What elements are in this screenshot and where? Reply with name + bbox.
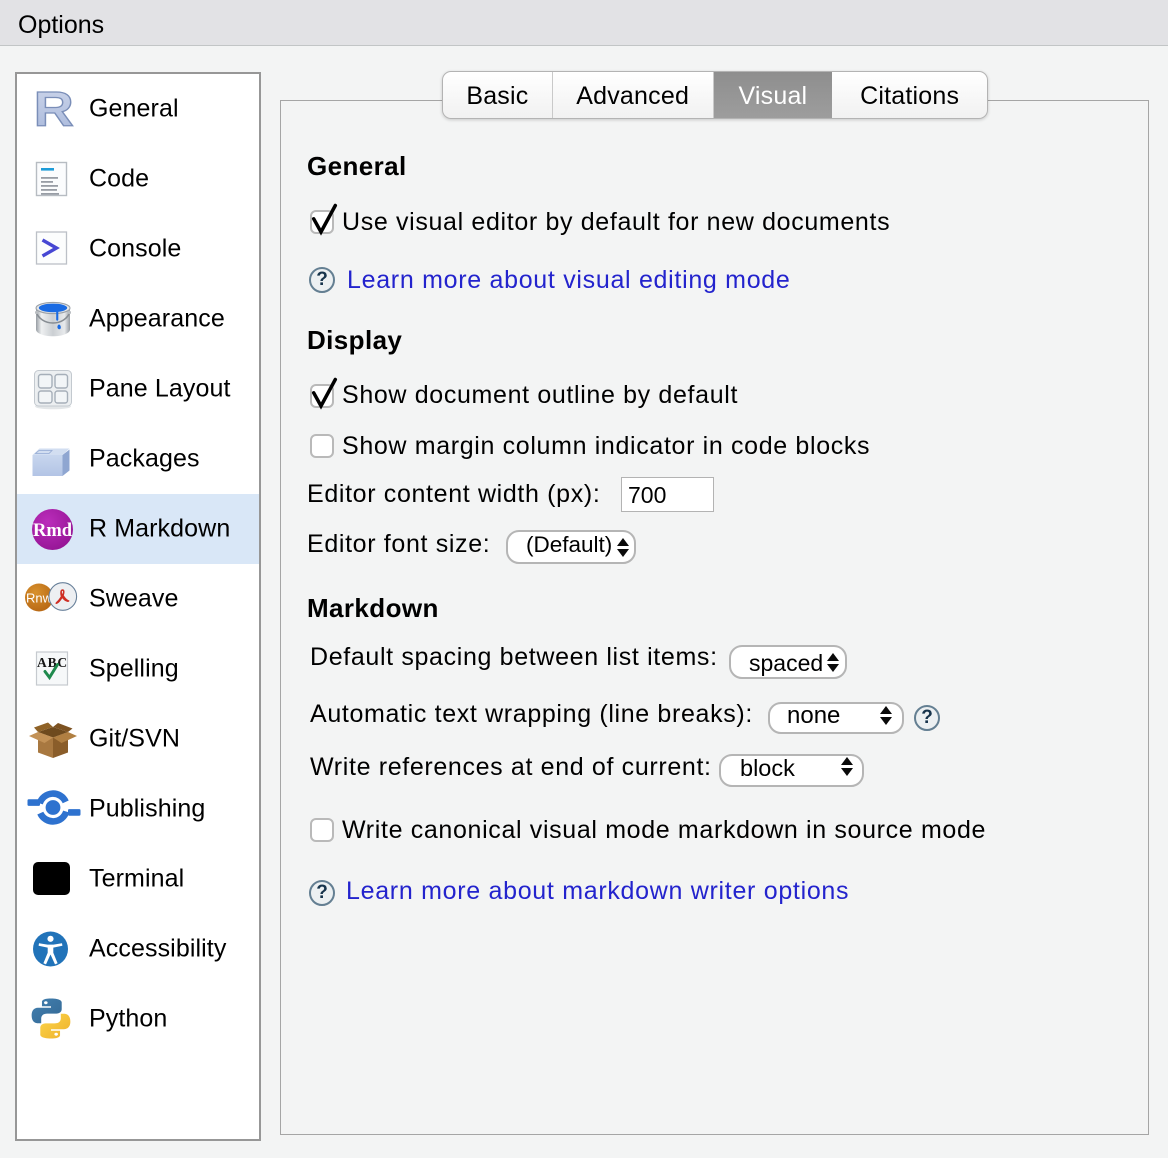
svg-text:R: R [34,83,74,137]
svg-text:ABC: ABC [37,655,68,670]
svg-text:Rmd: Rmd [33,521,73,541]
